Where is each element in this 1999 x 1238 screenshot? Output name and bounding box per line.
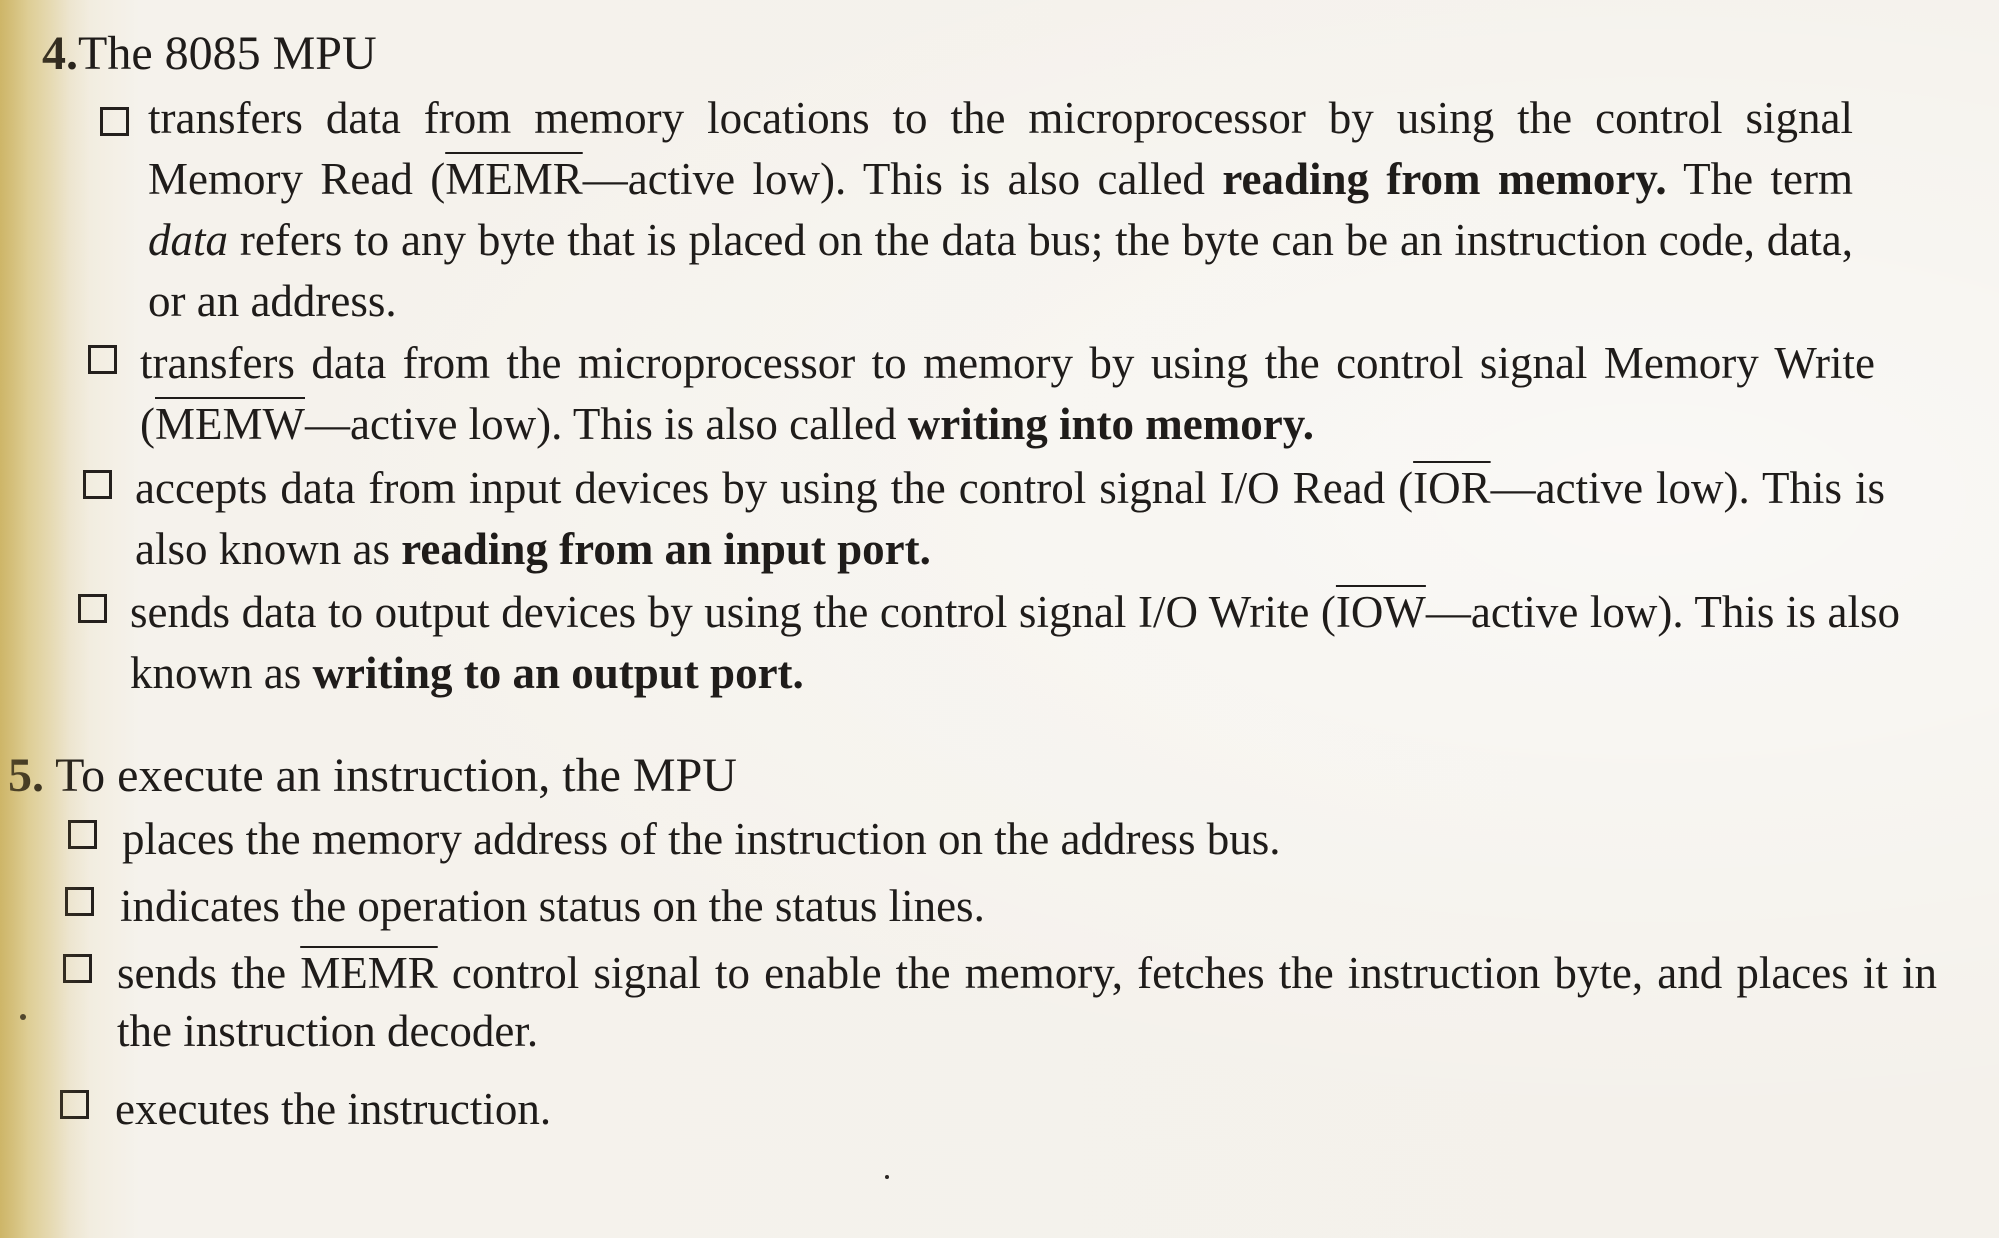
- textbook-page: 4.The 8085 MPU transfers data from memor…: [0, 0, 1999, 1238]
- bold-term: reading from an input port.: [401, 524, 931, 574]
- question-5-heading: 5. To execute an instruction, the MPU: [8, 748, 737, 804]
- checkbox-q5-item3[interactable]: [63, 954, 92, 983]
- active-low-signal: MEMR: [445, 154, 583, 204]
- ink-speck: [885, 1175, 889, 1179]
- italic-term: data: [148, 215, 229, 265]
- item-text: places the memory address of the instruc…: [122, 814, 1281, 864]
- checkbox-q4-item3[interactable]: [83, 470, 112, 499]
- item-text: indicates the operation status on the st…: [120, 881, 985, 931]
- q5-item-4: executes the instruction.: [115, 1080, 1915, 1138]
- q4-item-3: accepts data from input devices by using…: [135, 458, 1885, 580]
- question-title: To execute an instruction, the MPU: [55, 749, 737, 802]
- q5-item-2: indicates the operation status on the st…: [120, 877, 1920, 935]
- question-4-heading: 4.The 8085 MPU: [42, 26, 377, 82]
- q4-item-2: transfers data from the microprocessor t…: [140, 333, 1875, 455]
- q4-item-1: transfers data from memory locations to …: [148, 88, 1853, 332]
- checkbox-q4-item1[interactable]: [100, 107, 129, 136]
- active-low-signal: MEMW: [155, 399, 305, 449]
- item-text: —active low). This is also called: [305, 399, 908, 449]
- item-text: —active low). This is also called: [582, 154, 1223, 204]
- ink-speck: [20, 1014, 26, 1020]
- item-text: sends data to output devices by using th…: [130, 587, 1336, 637]
- question-title: The 8085 MPU: [78, 27, 377, 80]
- question-number: 4.: [42, 27, 78, 80]
- active-low-signal: IOR: [1413, 463, 1491, 513]
- item-text: accepts data from input devices by using…: [135, 463, 1414, 513]
- q5-item-3: sends the MEMR control signal to enable …: [117, 944, 1937, 1060]
- active-low-signal: MEMR: [300, 948, 438, 998]
- bold-term: writing to an output port.: [312, 648, 804, 698]
- question-number: 5.: [8, 749, 44, 802]
- checkbox-q5-item1[interactable]: [68, 820, 97, 849]
- checkbox-q4-item4[interactable]: [78, 594, 107, 623]
- checkbox-q5-item2[interactable]: [65, 887, 94, 916]
- q5-item-1: places the memory address of the instruc…: [122, 810, 1922, 868]
- item-text: The term: [1666, 154, 1853, 204]
- bold-term: writing into memory.: [907, 399, 1314, 449]
- q4-item-4: sends data to output devices by using th…: [130, 582, 1900, 704]
- active-low-signal: IOW: [1335, 587, 1426, 637]
- item-text: executes the instruction.: [115, 1084, 552, 1134]
- item-text: sends the: [117, 948, 301, 998]
- checkbox-q4-item2[interactable]: [88, 345, 117, 374]
- bold-term: reading from memory.: [1222, 154, 1667, 204]
- item-text: refers to any byte that is placed on the…: [148, 215, 1853, 326]
- checkbox-q5-item4[interactable]: [60, 1090, 89, 1119]
